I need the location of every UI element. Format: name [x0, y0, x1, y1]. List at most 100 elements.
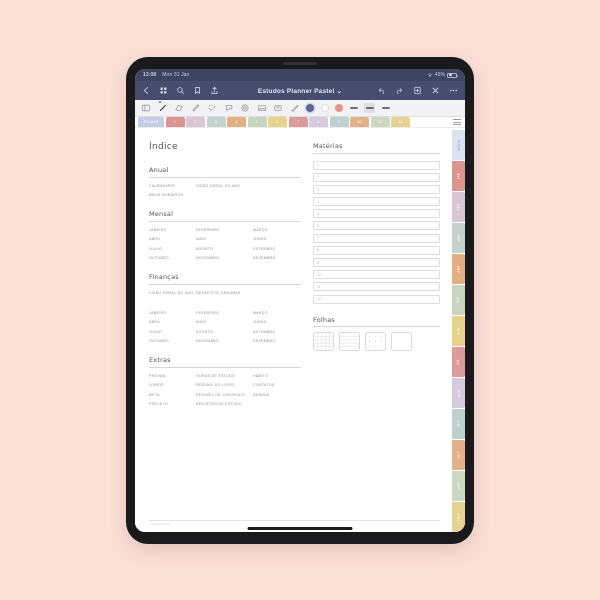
index-link[interactable]: MARÇO	[253, 228, 301, 232]
index-link[interactable]: PROVAS	[149, 374, 196, 378]
stroke-thick-button[interactable]	[381, 106, 390, 110]
redo-icon[interactable]	[395, 86, 404, 95]
index-link[interactable]: PROJETO	[149, 402, 196, 406]
side-tab-set[interactable]: SET	[452, 409, 465, 439]
page-tab[interactable]: 4	[227, 117, 246, 127]
materia-field[interactable]: 5	[313, 209, 440, 219]
index-link[interactable]: AGOSTO	[196, 330, 253, 334]
eraser-icon[interactable]	[174, 103, 184, 113]
side-tab-mai[interactable]: MAI	[452, 285, 465, 315]
grid-paper-icon[interactable]	[313, 332, 334, 352]
materia-field[interactable]: 2	[313, 172, 440, 182]
color-swatch-navy[interactable]	[306, 104, 314, 112]
index-link[interactable]	[253, 193, 301, 197]
index-link[interactable]: JANEIRO	[149, 311, 196, 315]
index-link[interactable]: VISÃO GERAL DO ANO	[196, 184, 253, 188]
document-title[interactable]: Estudos Planner Pastel ⌄	[258, 87, 342, 95]
side-tab-out[interactable]: OUT	[452, 440, 465, 470]
index-link[interactable]: SENHAS	[253, 393, 301, 397]
index-link[interactable]: JUNHO	[253, 320, 301, 324]
side-tab-anual[interactable]: ANUAL	[452, 130, 465, 160]
materia-field[interactable]: 9	[313, 258, 440, 267]
page-tab[interactable]: 11	[370, 117, 390, 127]
index-link[interactable]: FEVEREIRO	[196, 311, 253, 315]
close-icon[interactable]	[431, 86, 440, 95]
side-tab-ago[interactable]: AGO	[452, 378, 465, 408]
page-tab[interactable]: 8	[309, 117, 328, 127]
lined-paper-icon[interactable]	[339, 332, 360, 352]
index-link[interactable]	[253, 184, 301, 188]
side-tab-dez[interactable]: DEZ	[452, 502, 465, 532]
ruler-icon[interactable]	[290, 103, 300, 113]
hamburger-menu-icon[interactable]	[453, 119, 461, 125]
highlighter-icon[interactable]	[191, 103, 201, 113]
index-link[interactable]: HORAS DE ESTUDO	[196, 374, 253, 378]
side-tab-abr[interactable]: ABR	[452, 254, 465, 284]
index-link[interactable]: JULHO	[149, 247, 196, 251]
index-link[interactable]: JULHO	[149, 330, 196, 334]
index-link[interactable]: SETEMBRO	[253, 247, 301, 251]
index-link[interactable]: OUTUBRO	[149, 339, 196, 343]
undo-icon[interactable]	[377, 86, 386, 95]
search-icon[interactable]	[176, 86, 185, 95]
dotted-paper-icon[interactable]	[365, 332, 386, 352]
index-link[interactable]: JANEIRO	[149, 228, 196, 232]
page-tab[interactable]: 6	[268, 117, 287, 127]
index-link[interactable]: REVISÃO DE CONTEÚDO	[196, 393, 253, 397]
blank-paper-icon[interactable]	[391, 332, 412, 352]
materia-field[interactable]: 3	[313, 184, 440, 194]
index-link[interactable]: SETEMBRO	[253, 330, 301, 334]
lasso-select-icon[interactable]	[207, 103, 217, 113]
index-link[interactable]: DESAFIO 52 SEMANAS	[196, 291, 253, 295]
pen-icon[interactable]	[158, 100, 168, 113]
index-link[interactable]	[253, 291, 301, 295]
materia-field[interactable]: 1	[313, 160, 440, 170]
index-link[interactable]: NOVEMBRO	[196, 339, 253, 343]
index-link[interactable]: REGISTRO DE ESTUDO	[196, 402, 253, 406]
index-link[interactable]: VISÃO GERAL DO ANO	[149, 291, 196, 295]
side-tab-mar[interactable]: MAR	[452, 223, 465, 253]
page-tab[interactable]: 10	[350, 117, 369, 127]
side-tab-nov[interactable]: NOV	[452, 471, 465, 501]
index-link[interactable]: LIVROS	[149, 383, 196, 387]
index-link[interactable]: OUTUBRO	[149, 256, 196, 260]
index-link[interactable]: DEZEMBRO	[253, 256, 301, 260]
index-link[interactable]: HÁBITO	[253, 374, 301, 378]
text-box-icon[interactable]	[273, 103, 283, 113]
stroke-thin-button[interactable]	[349, 107, 358, 109]
index-link[interactable]: CALENDÁRIO	[149, 184, 196, 188]
shape-icon[interactable]	[224, 103, 234, 113]
sticker-icon[interactable]	[240, 103, 250, 113]
grid-thumbnails-icon[interactable]	[159, 86, 168, 95]
page-tab[interactable]: 12	[391, 117, 410, 127]
page-tab[interactable]: 1	[165, 117, 185, 127]
side-tab-jun[interactable]: JUN	[452, 316, 465, 346]
index-link[interactable]	[253, 402, 301, 406]
page-tab[interactable]: 5	[247, 117, 267, 127]
materia-field[interactable]: 12	[313, 294, 440, 304]
image-icon[interactable]	[257, 103, 267, 113]
index-link[interactable]: RESUMO DO LIVRO	[196, 383, 253, 387]
side-tab-fev[interactable]: FEV	[452, 192, 465, 222]
index-link[interactable]: MAIO	[196, 320, 253, 324]
page-tab[interactable]: 2	[186, 117, 205, 127]
materia-field[interactable]: 11	[313, 282, 440, 292]
bookmark-icon[interactable]	[193, 86, 202, 95]
reader-view-icon[interactable]	[141, 103, 151, 113]
stroke-medium-button[interactable]	[364, 103, 375, 113]
back-chevron-icon[interactable]	[142, 86, 151, 95]
index-link[interactable]: DEZEMBRO	[253, 339, 301, 343]
page-tab-folhas[interactable]: FOLHAS	[138, 117, 164, 127]
index-link[interactable]	[196, 193, 253, 197]
page-tab[interactable]: 7	[288, 117, 308, 127]
add-page-icon[interactable]	[413, 86, 422, 95]
index-link[interactable]: ABRIL	[149, 320, 196, 324]
page-tab[interactable]: 3	[206, 117, 226, 127]
side-tab-jan[interactable]: JAN	[452, 161, 465, 191]
more-options-icon[interactable]	[449, 86, 458, 95]
materia-field[interactable]: 7	[313, 233, 440, 243]
index-link[interactable]: MARÇO	[253, 311, 301, 315]
side-tab-jul[interactable]: JUL	[452, 347, 465, 377]
index-link[interactable]: ABRIL	[149, 237, 196, 241]
materia-field[interactable]: 6	[313, 221, 440, 231]
